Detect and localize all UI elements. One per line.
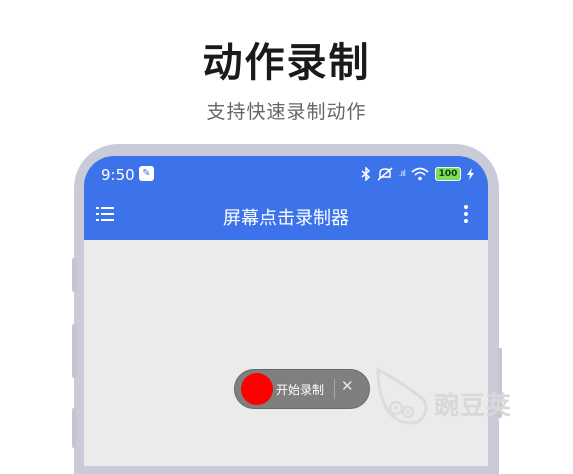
divider	[334, 379, 335, 399]
record-control: 开始录制 ✕	[234, 369, 370, 409]
side-key	[72, 408, 77, 448]
status-icons: .ııl 100	[361, 165, 474, 183]
volume-up-button	[72, 258, 77, 292]
battery-icon: 100	[435, 167, 461, 181]
status-time: 9:50	[101, 166, 135, 184]
bluetooth-icon	[361, 167, 370, 181]
wifi-icon	[411, 167, 429, 181]
more-options-icon[interactable]	[464, 205, 468, 223]
start-recording-label[interactable]: 开始录制	[276, 381, 324, 398]
headline: 动作录制	[202, 40, 371, 86]
close-icon[interactable]: ✕	[341, 377, 354, 395]
app-bar: 9:50 ✎ .ııl 100 屏幕点击录制器	[84, 156, 488, 240]
record-button[interactable]	[241, 373, 273, 405]
charging-icon	[467, 168, 474, 180]
watermark-text: 豌豆荚	[434, 391, 513, 420]
app-title: 屏幕点击录制器	[223, 208, 349, 229]
watermark: 豌豆荚	[372, 362, 542, 432]
pea-pod-logo-icon	[376, 367, 428, 425]
wrench-icon: ✎	[139, 166, 154, 181]
volume-down-button	[72, 324, 77, 378]
subheadline: 支持快速录制动作	[206, 101, 367, 123]
mute-icon	[377, 167, 393, 181]
signal-icon: .ııl	[398, 169, 406, 179]
